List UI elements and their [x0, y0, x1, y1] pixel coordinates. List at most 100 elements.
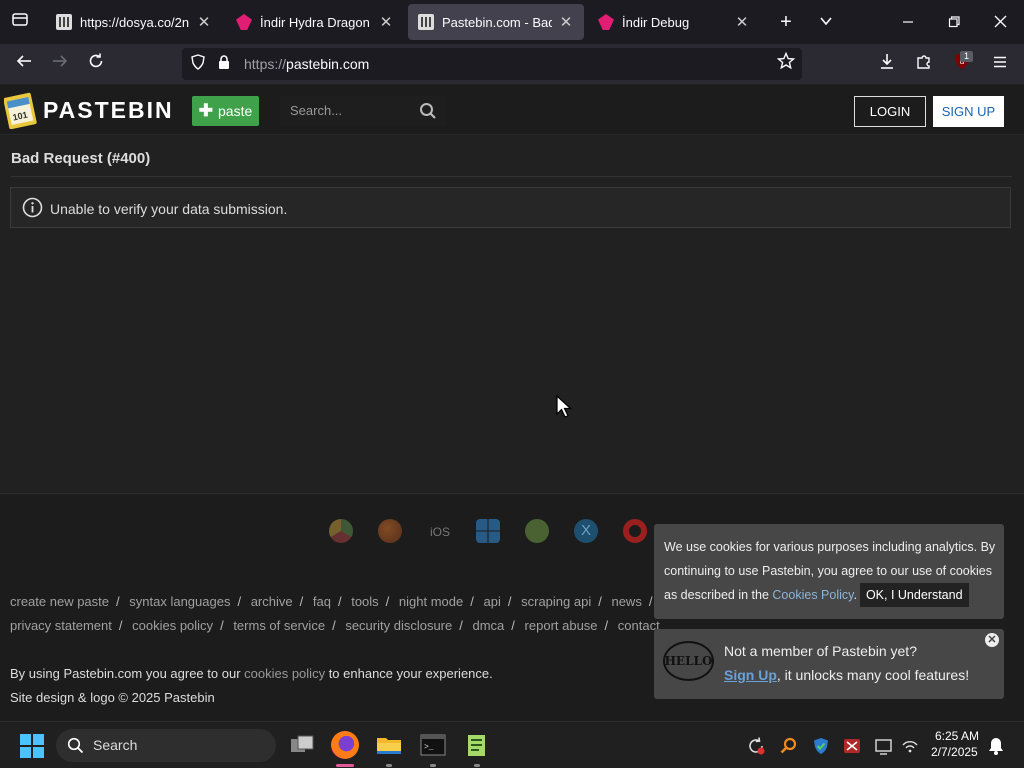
- windows-start-icon[interactable]: [20, 734, 44, 763]
- footer-link[interactable]: security disclosure: [345, 618, 452, 633]
- bookmark-star-icon[interactable]: [774, 51, 798, 76]
- notification-bell-icon[interactable]: [987, 736, 1007, 756]
- search-icon[interactable]: [419, 102, 437, 125]
- tracking-shield-icon[interactable]: [186, 52, 210, 76]
- signup-button[interactable]: SIGN UP: [933, 96, 1004, 127]
- footer-link[interactable]: report abuse: [525, 618, 598, 633]
- opera-icon[interactable]: [623, 519, 647, 543]
- pastebin-logo-text[interactable]: PASTEBIN: [43, 97, 174, 124]
- taskbar-search-input[interactable]: Search: [56, 729, 276, 762]
- windows-icon[interactable]: [476, 519, 500, 543]
- list-tabs-chevron-icon[interactable]: [814, 10, 838, 34]
- footer-link[interactable]: scraping api: [521, 594, 591, 609]
- firefox-icon[interactable]: [378, 519, 402, 543]
- url-host: pastebin.com: [286, 56, 370, 72]
- network-tray-icon[interactable]: [900, 736, 920, 756]
- cookie-text-end: .: [853, 588, 857, 602]
- search-placeholder: Search...: [290, 103, 343, 118]
- close-tab-icon[interactable]: ✕: [734, 13, 750, 31]
- android-icon[interactable]: [525, 519, 549, 543]
- security-shield-tray-icon[interactable]: [811, 736, 831, 756]
- pastebin-logo-icon[interactable]: 101: [3, 91, 37, 130]
- footer-link[interactable]: archive: [251, 594, 293, 609]
- minimize-window-icon[interactable]: [896, 10, 920, 34]
- cookies-policy-link[interactable]: cookies policy: [244, 666, 325, 681]
- footer-link[interactable]: tools: [351, 594, 378, 609]
- lock-icon[interactable]: [212, 52, 236, 76]
- footer-link[interactable]: faq: [313, 594, 331, 609]
- main-content: Bad Request (#400) Unable to verify your…: [0, 136, 1024, 494]
- search-icon: [67, 737, 84, 759]
- separator: /: [116, 594, 120, 609]
- footer-link[interactable]: terms of service: [233, 618, 325, 633]
- page-title: Bad Request (#400): [11, 150, 151, 167]
- file-explorer-icon[interactable]: [375, 731, 403, 759]
- accept-cookies-button[interactable]: OK, I Understand: [859, 583, 969, 607]
- new-tab-icon[interactable]: +: [774, 10, 798, 34]
- cookie-footnote: By using Pastebin.com you agree to our c…: [10, 666, 493, 681]
- pastebin-favicon-icon: [56, 14, 72, 30]
- browser-toolbar: https://pastebin.com u 1: [0, 44, 1024, 84]
- restore-window-icon[interactable]: [942, 10, 966, 34]
- clock-time[interactable]: 6:25 AM: [935, 729, 979, 743]
- extension-badge: 1: [960, 51, 973, 62]
- extensions-puzzle-icon[interactable]: [912, 52, 936, 76]
- separator: /: [118, 618, 123, 633]
- footnote-prefix: By using Pastebin.com you agree to our: [10, 666, 245, 681]
- task-view-icon[interactable]: [288, 731, 316, 759]
- app-menu-hamburger-icon[interactable]: [988, 52, 1012, 76]
- footer-link[interactable]: news: [611, 594, 641, 609]
- address-bar[interactable]: https://pastebin.com: [182, 48, 802, 80]
- browser-tab[interactable]: İndir Debug ✕: [588, 4, 760, 40]
- display-tray-icon[interactable]: [874, 736, 894, 756]
- forward-arrow-icon[interactable]: [48, 52, 72, 76]
- terminal-icon[interactable]: >_: [419, 731, 447, 759]
- browser-tab-active[interactable]: Pastebin.com - Bad Req ✕: [408, 4, 584, 40]
- separator: /: [507, 594, 512, 609]
- cookies-policy-link[interactable]: Cookies Policy: [772, 588, 853, 602]
- x-icon[interactable]: X: [574, 519, 598, 543]
- close-tab-icon[interactable]: ✕: [558, 13, 574, 31]
- info-icon: [22, 197, 43, 223]
- footer-link[interactable]: api: [484, 594, 501, 609]
- login-button[interactable]: LOGIN: [854, 96, 926, 127]
- url-text[interactable]: https://pastebin.com: [244, 56, 369, 72]
- search-tool-tray-icon[interactable]: [779, 736, 799, 756]
- open-app-indicator: [474, 764, 480, 767]
- back-arrow-icon[interactable]: [12, 52, 36, 76]
- tab-overview-icon[interactable]: [8, 10, 32, 34]
- chrome-icon[interactable]: [329, 519, 353, 543]
- separator: /: [459, 618, 463, 633]
- tab-title: İndir Debug: [622, 14, 690, 30]
- close-window-icon[interactable]: [988, 10, 1012, 34]
- footer-link[interactable]: privacy statement: [10, 618, 112, 633]
- footer-link[interactable]: cookies policy: [132, 618, 213, 633]
- footer-link[interactable]: dmca: [473, 618, 505, 633]
- ios-icon[interactable]: iOS: [430, 525, 450, 539]
- signup-link[interactable]: Sign Up: [724, 667, 777, 683]
- url-prefix: https://: [244, 56, 287, 72]
- notice-text: Unable to verify your data submission.: [50, 201, 288, 217]
- browser-tab[interactable]: https://dosya.co/2nkgg ✕: [46, 4, 222, 40]
- close-tab-icon[interactable]: ✕: [196, 13, 212, 31]
- close-tab-icon[interactable]: ✕: [378, 13, 394, 31]
- app-tray-icon[interactable]: [842, 736, 862, 756]
- notepad-icon[interactable]: [463, 731, 491, 759]
- browser-tab-strip: https://dosya.co/2nkgg ✕ İndir Hydra Dra…: [0, 0, 1024, 44]
- site-search-input[interactable]: Search...: [280, 96, 446, 126]
- active-app-indicator: [336, 764, 354, 767]
- firefox-taskbar-icon[interactable]: [331, 731, 359, 759]
- promo-heading: Not a member of Pastebin yet?: [724, 643, 917, 659]
- close-popup-icon[interactable]: ✕: [985, 633, 999, 647]
- clock-date[interactable]: 2/7/2025: [931, 745, 978, 759]
- separator: /: [470, 594, 474, 609]
- footer-link[interactable]: syntax languages: [129, 594, 230, 609]
- sync-tray-icon[interactable]: [746, 736, 766, 756]
- browser-tab[interactable]: İndir Hydra Dragon Anti ✕: [226, 4, 404, 40]
- footer-link[interactable]: create new paste: [10, 594, 109, 609]
- footer-link[interactable]: night mode: [399, 594, 463, 609]
- new-paste-button[interactable]: ✚ paste: [192, 96, 259, 126]
- downloads-icon[interactable]: [875, 52, 899, 76]
- reload-icon[interactable]: [84, 52, 108, 76]
- mouse-pointer-icon: [556, 394, 573, 424]
